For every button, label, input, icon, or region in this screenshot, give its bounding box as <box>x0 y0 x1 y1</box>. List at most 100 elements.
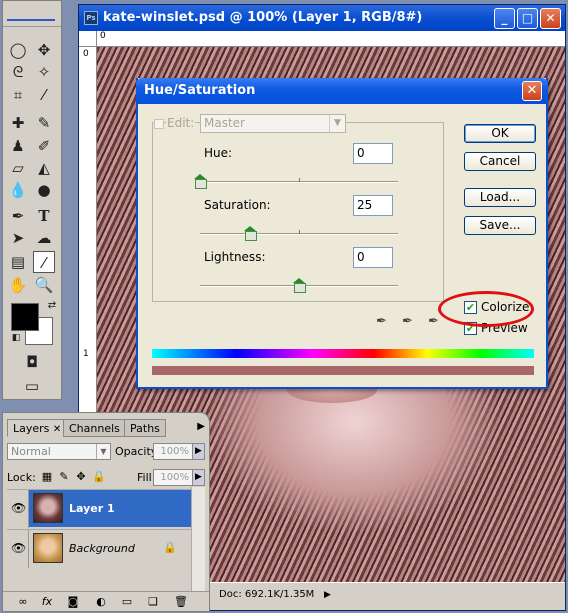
crop-icon[interactable]: ⌗ <box>7 84 29 106</box>
eyedropper-icon[interactable]: ✒ <box>376 314 392 334</box>
load-button[interactable]: Load... <box>464 188 536 207</box>
tab-channels[interactable]: Channels <box>63 419 126 437</box>
swap-colors-icon[interactable]: ⇄ <box>41 295 63 317</box>
tab-layers[interactable]: Layers ✕ <box>7 419 68 437</box>
link-icon[interactable]: ∞ <box>15 595 31 609</box>
cancel-button[interactable]: Cancel <box>464 152 536 171</box>
document-title: kate-winslet.psd @ 100% (Layer 1, RGB/8#… <box>103 10 423 25</box>
foreground-color-swatch[interactable] <box>11 303 39 331</box>
slice-icon[interactable]: ⁄ <box>33 84 55 106</box>
saturation-input[interactable]: 25 <box>353 195 393 216</box>
adjustment-icon[interactable]: ◐ <box>93 595 109 609</box>
type-icon[interactable]: T <box>33 205 55 227</box>
save-button[interactable]: Save... <box>464 216 536 235</box>
fill-field[interactable]: 100% <box>153 469 193 486</box>
fill-slider-arrow-icon[interactable]: ▶ <box>192 469 205 486</box>
eraser-icon[interactable]: ▱ <box>7 157 29 179</box>
eye-icon: 👁 <box>11 501 27 515</box>
saturation-slider-thumb[interactable] <box>243 226 257 241</box>
tab-label: Paths <box>130 422 160 435</box>
brush-icon[interactable]: ✎ <box>33 112 55 134</box>
close-button[interactable]: ✕ <box>540 8 561 29</box>
minimize-button[interactable]: _ <box>494 8 515 29</box>
quick-mask-icon[interactable]: ◘ <box>21 351 43 373</box>
document-title-bar[interactable]: Ps kate-winslet.psd @ 100% (Layer 1, RGB… <box>79 5 565 31</box>
colorize-highlight-circle <box>438 291 534 327</box>
pen-icon[interactable]: ✒ <box>7 205 29 227</box>
fx-icon[interactable]: fx <box>39 595 55 609</box>
maximize-button[interactable]: □ <box>517 8 538 29</box>
blur-icon[interactable]: 💧 <box>7 179 29 201</box>
tab-label: Channels <box>69 422 120 435</box>
move-icon[interactable]: ✥ <box>33 39 55 61</box>
hue-input[interactable]: 0 <box>353 143 393 164</box>
chevron-down-icon: ▼ <box>329 115 345 132</box>
visibility-toggle[interactable]: 👁 <box>7 490 29 528</box>
colorized-result-bar <box>152 366 534 375</box>
doc-size-info: Doc: 692.1K/1.35M <box>219 589 315 600</box>
tab-paths[interactable]: Paths <box>124 419 166 437</box>
saturation-slider-center-tick <box>299 230 300 234</box>
mask-icon[interactable]: ◙ <box>65 595 81 609</box>
lightness-slider-thumb[interactable] <box>293 278 306 293</box>
dodge-icon[interactable]: ● <box>33 179 55 201</box>
new-layer-icon[interactable]: ❏ <box>145 595 161 609</box>
photoshop-icon: Ps <box>84 11 98 25</box>
ruler-corner[interactable] <box>79 31 97 47</box>
layers-panel: Layers ✕ Channels Paths ▶ Normal ▼ Opaci… <box>2 412 210 612</box>
path-select-icon[interactable]: ➤ <box>7 227 29 249</box>
layer-row[interactable]: 👁 Background 🔒 <box>7 529 191 568</box>
status-menu-arrow-icon[interactable]: ▶ <box>324 590 331 600</box>
magic-wand-icon[interactable]: ✧ <box>33 61 55 83</box>
eyedropper-icon[interactable]: ⁄ <box>33 251 55 273</box>
layer-name: Background <box>69 542 135 555</box>
notes-icon[interactable]: ▤ <box>7 251 29 273</box>
history-brush-icon[interactable]: ✐ <box>33 135 55 157</box>
dialog-close-button[interactable]: ✕ <box>522 81 542 101</box>
hue-label: Hue: <box>204 146 233 160</box>
horizontal-ruler[interactable]: 0 <box>97 31 565 47</box>
eye-icon: 👁 <box>11 541 27 555</box>
opacity-slider-arrow-icon[interactable]: ▶ <box>192 443 205 460</box>
edit-value: Master <box>204 116 245 130</box>
tools-panel: ◯ ✥ ᘓ ✧ ⌗ ⁄ ✚ ✎ ♟ ✐ ▱ ◭ 💧 ● ✒ T ➤ ☁ ▤ ⁄ … <box>2 0 62 400</box>
screen-mode-icon[interactable]: ▭ <box>21 375 43 397</box>
stamp-icon[interactable]: ♟ <box>7 135 29 157</box>
hue-slider-center-tick <box>299 178 300 182</box>
lock-all-icon[interactable]: 🔒 <box>92 471 106 483</box>
edit-label: Edit: <box>166 116 196 130</box>
group-icon[interactable]: ▭ <box>119 595 135 609</box>
panel-menu-icon[interactable]: ▶ <box>197 421 205 432</box>
zoom-icon[interactable]: 🔍 <box>33 274 55 296</box>
hue-saturation-dialog: Hue/Saturation ✕ Edit: Master ▼ Hue: 0 S… <box>136 78 548 389</box>
healing-icon[interactable]: ✚ <box>7 112 29 134</box>
ok-button[interactable]: OK <box>464 124 536 143</box>
blend-mode-select[interactable]: Normal ▼ <box>7 443 111 460</box>
lightness-input[interactable]: 0 <box>353 247 393 268</box>
lasso-icon[interactable]: ᘓ <box>7 61 29 83</box>
visibility-toggle[interactable]: 👁 <box>7 530 29 568</box>
hand-icon[interactable]: ✋ <box>7 274 29 296</box>
layer-row[interactable]: 👁 Layer 1 <box>7 489 191 528</box>
ruler-label: 0 <box>100 31 106 41</box>
tools-panel-header[interactable] <box>3 1 61 27</box>
chevron-down-icon: ▼ <box>96 444 110 459</box>
bucket-icon[interactable]: ◭ <box>33 157 55 179</box>
lock-icon: 🔒 <box>163 541 177 554</box>
hue-slider-thumb[interactable] <box>194 174 207 189</box>
lock-brush-icon[interactable]: ✎ <box>58 471 70 483</box>
dialog-title-bar[interactable]: Hue/Saturation <box>136 78 548 104</box>
subtract-eyedropper-icon[interactable]: ✒ <box>428 314 444 334</box>
marquee-icon[interactable]: ◯ <box>7 39 29 61</box>
layers-scrollbar[interactable] <box>191 487 205 591</box>
lock-transparency-icon[interactable]: ▦ <box>41 471 53 483</box>
close-tab-icon[interactable]: ✕ <box>53 424 61 435</box>
shape-icon[interactable]: ☁ <box>33 227 55 249</box>
hue-spectrum-bar <box>152 349 534 358</box>
lock-position-icon[interactable]: ✥ <box>75 471 87 483</box>
trash-icon[interactable]: 🗑 <box>173 595 189 609</box>
opacity-field[interactable]: 100% <box>153 443 193 460</box>
lock-label: Lock: <box>7 471 36 484</box>
adjustment-group <box>152 122 444 302</box>
add-eyedropper-icon[interactable]: ✒ <box>402 314 418 334</box>
